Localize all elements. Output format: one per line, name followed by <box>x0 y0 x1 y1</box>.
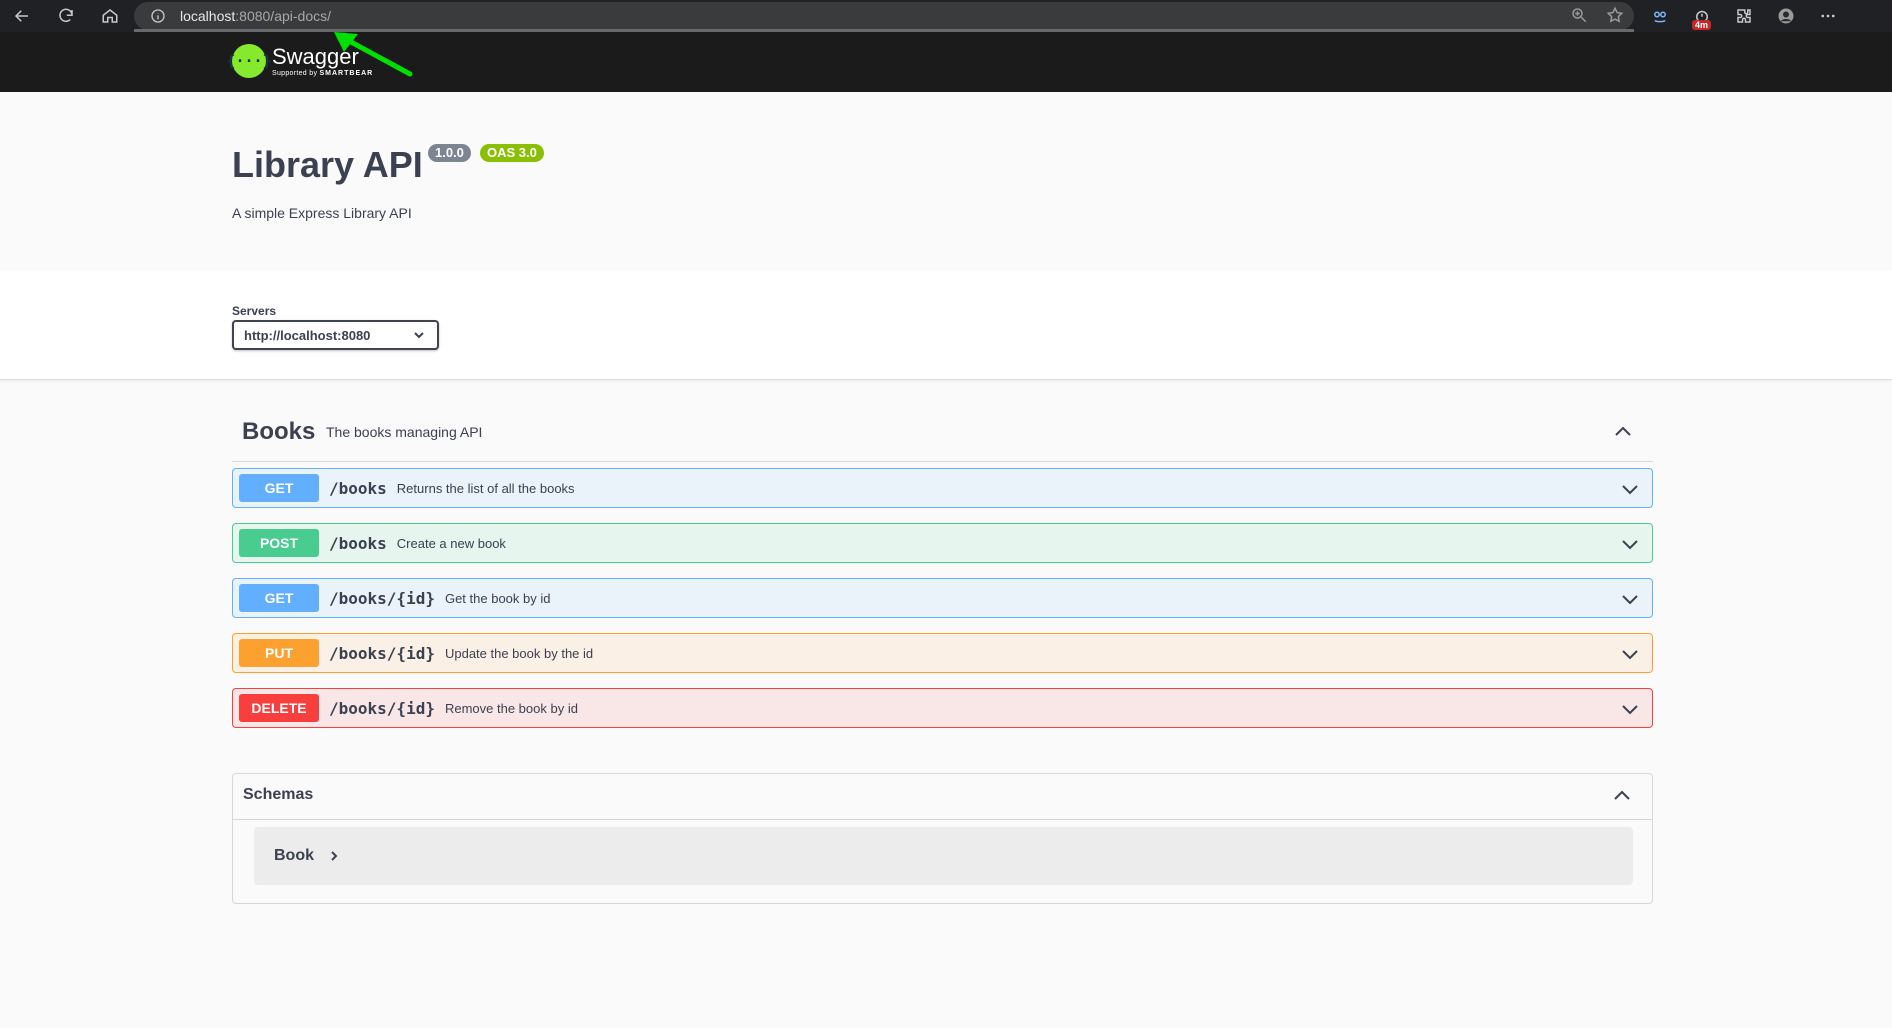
operation-summary: Returns the list of all the books <box>396 480 575 496</box>
schemas-header[interactable]: Schemas <box>233 774 1652 820</box>
servers-section: Servers http://localhost:8080 <box>0 270 1892 380</box>
servers-select[interactable]: http://localhost:8080 <box>232 320 439 350</box>
chevron-down-icon[interactable] <box>1620 644 1640 664</box>
operation-path: /books/{id} <box>329 698 435 718</box>
star-icon[interactable] <box>1606 6 1624 29</box>
address-bar[interactable]: localhost:8080/api-docs/ <box>134 2 1634 30</box>
chevron-down-icon[interactable] <box>1620 699 1640 719</box>
servers-selected-value: http://localhost:8080 <box>244 327 371 343</box>
tag-description: The books managing API <box>326 424 483 440</box>
api-description: A simple Express Library API <box>232 205 412 221</box>
operation-summary: Get the book by id <box>444 590 551 606</box>
chevron-right-icon <box>331 851 338 861</box>
profile-avatar-icon[interactable] <box>1774 4 1798 28</box>
extensions-puzzle-icon[interactable] <box>1732 4 1756 28</box>
version-badge: 1.0.0 <box>428 144 471 162</box>
operation-path: /books/{id} <box>329 588 435 608</box>
chevron-down-icon <box>414 332 424 339</box>
operation-put-row[interactable]: PUT/books/{id} Update the book by the id <box>232 633 1653 673</box>
operation-get-row[interactable]: GET/books Returns the list of all the boo… <box>232 468 1653 508</box>
site-info-icon[interactable] <box>148 6 168 26</box>
chevron-down-icon[interactable] <box>1620 479 1640 499</box>
method-badge: GET <box>239 584 319 612</box>
schema-model-book[interactable]: Book <box>254 827 1633 885</box>
chevron-down-icon[interactable] <box>1620 589 1640 609</box>
operation-delete-row[interactable]: DELETE/books/{id} Remove the book by id <box>232 688 1653 728</box>
extension-badge: 4m <box>1692 20 1712 30</box>
operation-summary: Remove the book by id <box>444 700 578 716</box>
annotation-arrow-icon <box>334 32 413 77</box>
oas-badge: OAS 3.0 <box>480 144 544 162</box>
schemas-section: Schemas Book <box>232 773 1653 904</box>
operation-path: /books <box>329 478 387 498</box>
operation-summary: Create a new book <box>396 535 506 551</box>
tag-name: Books <box>242 418 316 445</box>
tag-books-header[interactable]: Books The books managing API <box>232 410 1653 462</box>
swagger-logo-icon: {···} <box>226 44 272 78</box>
extension-owl-icon[interactable] <box>1648 4 1672 28</box>
more-menu-icon[interactable] <box>1816 4 1840 28</box>
reload-icon[interactable] <box>52 2 80 30</box>
home-icon[interactable] <box>96 2 124 30</box>
method-badge: DELETE <box>239 694 319 722</box>
operation-get-row[interactable]: GET/books/{id} Get the book by id <box>232 578 1653 618</box>
model-name: Book <box>274 847 314 864</box>
extension-timer-icon[interactable]: 4m <box>1690 4 1714 30</box>
schemas-title: Schemas <box>243 786 314 803</box>
operation-path: /books/{id} <box>329 643 435 663</box>
info-section: Library API 1.0.0 OAS 3.0 A simple Expre… <box>0 92 1892 270</box>
operation-path: /books <box>329 533 387 553</box>
zoom-icon[interactable] <box>1570 6 1588 29</box>
method-badge: GET <box>239 474 319 502</box>
url-text: localhost:8080/api-docs/ <box>180 8 331 24</box>
servers-label: Servers <box>232 304 277 318</box>
swagger-topbar: {···} Swagger Supported by SMARTBEAR <box>0 32 1892 92</box>
chevron-up-icon[interactable] <box>1613 422 1633 442</box>
chevron-down-icon[interactable] <box>1620 534 1640 554</box>
operation-post-row[interactable]: POST/books Create a new book <box>232 523 1653 563</box>
method-badge: POST <box>239 529 319 557</box>
method-badge: PUT <box>239 639 319 667</box>
back-icon[interactable] <box>8 2 36 30</box>
operation-summary: Update the book by the id <box>444 645 594 661</box>
api-title: Library API <box>232 144 423 185</box>
chevron-up-icon[interactable] <box>1612 786 1632 806</box>
